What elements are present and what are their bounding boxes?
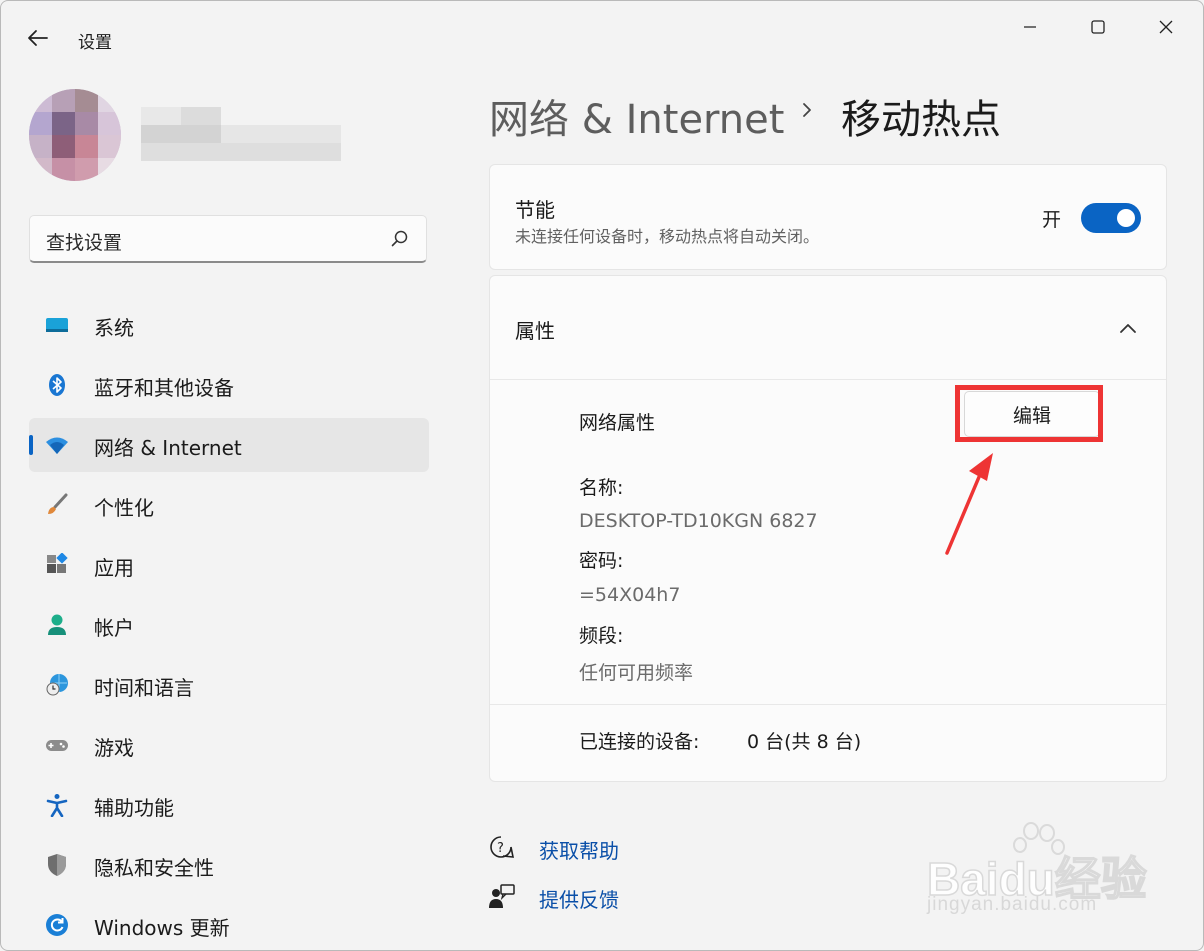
help-icon: ? [489,835,515,861]
chevron-up-icon[interactable] [1118,320,1138,336]
update-icon [45,913,69,937]
sidebar-item-label: 辅助功能 [94,796,174,820]
annotation-highlight-box [955,385,1103,442]
sidebar-item-gaming[interactable]: 游戏 [29,718,429,772]
properties-card: 属性 网络属性 编辑 名称: DESKTOP-TD10KGN 6827 密码: … [489,275,1167,782]
sidebar-item-label: 帐户 [94,616,134,640]
feedback-label[interactable]: 提供反馈 [539,884,619,913]
divider [490,379,1166,380]
sidebar-item-label: 个性化 [94,496,154,520]
system-icon [45,313,69,337]
avatar[interactable] [29,89,121,181]
network-properties-label: 网络属性 [579,412,656,434]
maximize-button[interactable] [1075,13,1121,41]
sidebar-item-privacy[interactable]: 隐私和安全性 [29,838,429,892]
breadcrumb-parent[interactable]: 网络 & Internet [489,87,784,145]
selection-indicator [29,435,33,455]
sidebar-item-label: 时间和语言 [94,676,194,700]
power-saving-toggle[interactable] [1081,203,1141,233]
minimize-button[interactable] [1007,13,1053,41]
app-title: 设置 [78,33,112,53]
watermark-url: jingyan.baidu.com [927,894,1098,915]
connected-devices-value: 0 台(共 8 台) [747,731,862,753]
wifi-icon [45,433,69,457]
toggle-knob [1117,209,1135,227]
chevron-right-icon [797,97,817,123]
feedback-icon [489,884,515,910]
search-input[interactable]: 查找设置 [29,215,427,263]
sidebar-item-accessibility[interactable]: 辅助功能 [29,778,429,832]
sidebar-item-personalization[interactable]: 个性化 [29,478,429,532]
properties-title: 属性 [515,319,555,343]
brush-icon [45,493,69,517]
svg-text:?: ? [497,841,504,856]
sidebar-item-label: 游戏 [94,736,134,760]
sidebar-item-label: Windows 更新 [94,916,230,940]
sidebar-item-label: 应用 [94,556,134,580]
shield-icon [45,853,69,877]
password-value: =54X04h7 [579,584,681,606]
user-name-blurred [141,107,341,162]
toggle-state-label: 开 [1042,209,1062,231]
search-icon[interactable] [390,229,410,249]
accessibility-icon [45,793,69,818]
sidebar-item-label: 系统 [94,316,134,340]
apps-icon [45,552,69,577]
get-help-label[interactable]: 获取帮助 [539,835,619,864]
close-button[interactable] [1143,13,1189,41]
back-arrow-icon[interactable] [25,25,51,51]
account-icon [45,613,69,637]
band-value: 任何可用频率 [579,662,694,684]
password-label: 密码: [579,550,624,572]
sidebar-item-apps[interactable]: 应用 [29,538,429,592]
annotation-arrow-icon [941,449,1001,557]
power-saving-card: 节能 未连接任何设备时，移动热点将自动关闭。 开 [489,164,1167,270]
sidebar-item-windows-update[interactable]: Windows 更新 [29,898,429,950]
sidebar-item-label: 隐私和安全性 [94,856,214,880]
feedback-link[interactable]: 提供反馈 [489,884,619,912]
search-placeholder: 查找设置 [46,232,123,254]
sidebar-item-label: 网络 & Internet [94,436,242,460]
bluetooth-icon [45,373,69,397]
gamepad-icon [45,733,69,757]
sidebar-item-system[interactable]: 系统 [29,298,429,352]
page-title: 移动热点 [841,97,1001,143]
name-value: DESKTOP-TD10KGN 6827 [579,510,818,532]
sidebar-item-time-language[interactable]: 时间和语言 [29,658,429,712]
name-label: 名称: [579,477,624,499]
settings-window: 设置 查找设置 系统 蓝牙和其他设备 网络 & Internet 个性化 应用 … [0,0,1204,951]
time-language-icon [45,673,69,697]
sidebar-item-bluetooth[interactable]: 蓝牙和其他设备 [29,358,429,412]
get-help-link[interactable]: ? 获取帮助 [489,835,619,863]
divider [490,704,1166,705]
sidebar-item-label: 蓝牙和其他设备 [94,376,234,400]
band-label: 频段: [579,625,624,647]
power-saving-title: 节能 [515,198,555,222]
sidebar-item-accounts[interactable]: 帐户 [29,598,429,652]
connected-devices-label: 已连接的设备: [579,731,700,753]
sidebar-item-network[interactable]: 网络 & Internet [29,418,429,472]
power-saving-description: 未连接任何设备时，移动热点将自动关闭。 [515,227,820,246]
